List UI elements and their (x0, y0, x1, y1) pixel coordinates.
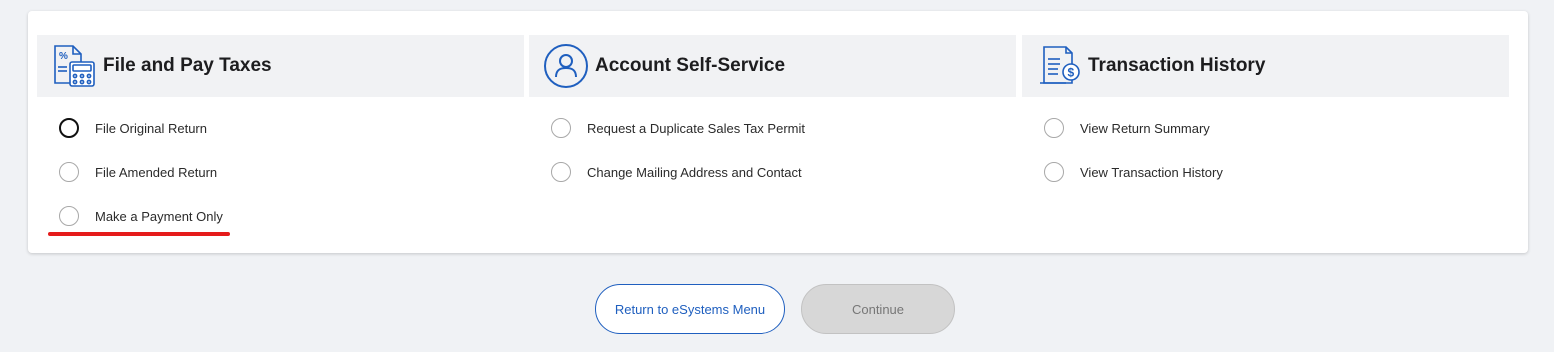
option-label: Make a Payment Only (95, 208, 223, 224)
continue-button[interactable]: Continue (801, 284, 955, 334)
option-make-a-payment-only[interactable]: Make a Payment Only (37, 194, 524, 238)
svg-text:%: % (59, 51, 68, 62)
section-title: File and Pay Taxes (103, 55, 272, 76)
section-file-and-pay-taxes: % File and Pay Taxes File Original Retur… (37, 35, 524, 238)
option-label: View Transaction History (1080, 164, 1223, 180)
section-account-self-service: Account Self-Service Request a Duplicate… (529, 35, 1016, 194)
receipt-dollar-icon: $ (1036, 43, 1082, 89)
calculator-document-icon: % (51, 43, 97, 89)
option-list: Request a Duplicate Sales Tax Permit Cha… (529, 97, 1016, 194)
return-to-esystems-menu-button[interactable]: Return to eSystems Menu (595, 284, 785, 334)
option-file-amended-return[interactable]: File Amended Return (37, 150, 524, 194)
section-header: $ Transaction History (1022, 35, 1509, 97)
option-file-original-return[interactable]: File Original Return (37, 106, 524, 150)
option-request-duplicate-permit[interactable]: Request a Duplicate Sales Tax Permit (529, 106, 1016, 150)
radio-button[interactable] (59, 162, 79, 182)
section-header: % File and Pay Taxes (37, 35, 524, 97)
option-label: Change Mailing Address and Contact (587, 164, 802, 180)
radio-button[interactable] (551, 118, 571, 138)
radio-button[interactable] (1044, 162, 1064, 182)
option-view-transaction-history[interactable]: View Transaction History (1022, 150, 1509, 194)
section-title: Transaction History (1088, 55, 1266, 76)
option-label: File Amended Return (95, 164, 218, 180)
option-label: View Return Summary (1080, 120, 1210, 136)
section-transaction-history: $ Transaction History View Return Summar… (1022, 35, 1509, 194)
radio-button[interactable] (1044, 118, 1064, 138)
option-list: File Original Return File Amended Return… (37, 97, 524, 238)
option-change-mailing-address[interactable]: Change Mailing Address and Contact (529, 150, 1016, 194)
option-list: View Return Summary View Transaction His… (1022, 97, 1509, 194)
section-title: Account Self-Service (595, 55, 786, 76)
radio-button[interactable] (59, 118, 79, 138)
options-card: % File and Pay Taxes File Original Retur… (28, 11, 1528, 253)
radio-button[interactable] (59, 206, 79, 226)
radio-button[interactable] (551, 162, 571, 182)
option-view-return-summary[interactable]: View Return Summary (1022, 106, 1509, 150)
option-label: Request a Duplicate Sales Tax Permit (587, 120, 805, 136)
svg-text:$: $ (1068, 66, 1075, 80)
red-underline-annotation (48, 232, 230, 236)
option-label: File Original Return (95, 120, 207, 136)
section-header: Account Self-Service (529, 35, 1016, 97)
user-circle-icon (543, 43, 589, 89)
